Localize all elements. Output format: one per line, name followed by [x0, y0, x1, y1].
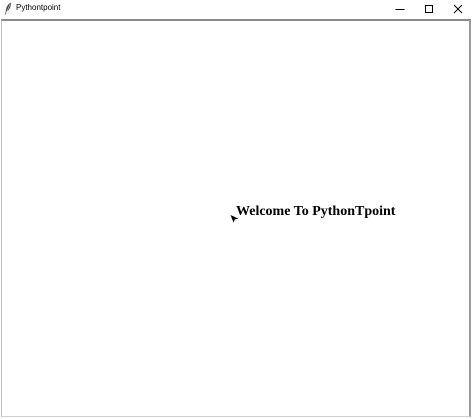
maximize-button[interactable] — [415, 0, 443, 17]
window-title: Pythontpoint — [16, 3, 61, 12]
title-bar[interactable]: Pythontpoint — [0, 0, 474, 18]
mouse-pointer-icon — [230, 215, 239, 223]
feather-icon — [5, 2, 12, 15]
close-button[interactable] — [444, 0, 472, 17]
minimize-button[interactable] — [386, 0, 414, 17]
app-window: Pythontpoint Welcome To PythonTpoint — [0, 0, 474, 419]
close-icon — [453, 4, 463, 13]
welcome-label: Welcome To PythonTpoint — [236, 204, 396, 219]
maximize-icon — [425, 4, 433, 13]
minimize-icon — [395, 8, 405, 10]
